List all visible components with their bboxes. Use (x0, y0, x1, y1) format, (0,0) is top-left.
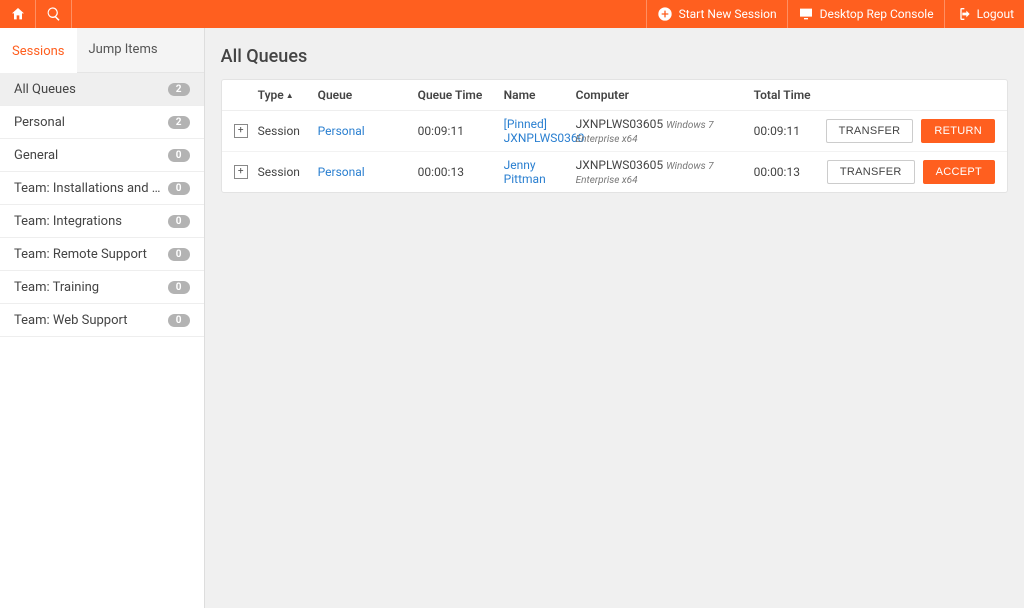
sidebar-item-all-queues[interactable]: All Queues 2 (0, 73, 204, 106)
search-button[interactable] (36, 0, 72, 28)
sidebar-item-team-remote-support[interactable]: Team: Remote Support 0 (0, 238, 204, 271)
accept-button[interactable]: ACCEPT (923, 160, 995, 184)
expand-cell: + (234, 124, 258, 138)
desktop-console-label: Desktop Rep Console (820, 7, 934, 21)
cell-name-line1[interactable]: [Pinned] (504, 117, 576, 131)
sidebar-item-label: Team: Integrations (14, 214, 122, 229)
tab-sessions[interactable]: Sessions (0, 28, 77, 73)
th-type-label: Type (258, 88, 284, 102)
search-icon (46, 6, 62, 22)
sidebar-item-count: 2 (168, 83, 190, 96)
cell-actions: TRANSFER ACCEPT (826, 160, 995, 184)
monitor-icon (798, 6, 814, 22)
topbar-left (0, 0, 72, 28)
cell-total-time: 00:00:13 (754, 165, 826, 179)
sidebar-item-team-web-support[interactable]: Team: Web Support 0 (0, 304, 204, 337)
main: All Queues Type ▲ Queue Queue Time Name … (205, 28, 1024, 608)
plus-icon: + (238, 126, 244, 136)
sidebar-item-count: 2 (168, 116, 190, 129)
sidebar-item-team-integrations[interactable]: Team: Integrations 0 (0, 205, 204, 238)
transfer-button[interactable]: TRANSFER (827, 160, 915, 184)
cell-type: Session (258, 165, 318, 179)
sidebar-item-team-installations[interactable]: Team: Installations and Upg... 0 (0, 172, 204, 205)
sidebar-item-label: Team: Installations and Upg... (14, 181, 164, 196)
expand-row-button[interactable]: + (234, 124, 248, 138)
sidebar-item-count: 0 (168, 215, 190, 228)
sidebar-item-count: 0 (168, 182, 190, 195)
expand-cell: + (234, 165, 258, 179)
page-title: All Queues (221, 46, 1008, 67)
layout: Sessions Jump Items All Queues 2 Persona… (0, 28, 1024, 608)
sidebar-item-label: Team: Training (14, 280, 99, 295)
topbar: Start New Session Desktop Rep Console Lo… (0, 0, 1024, 28)
cell-type: Session (258, 124, 318, 138)
plus-icon: + (238, 167, 244, 177)
cell-computer: JXNPLWS03605 Windows 7 Enterprise x64 (576, 158, 754, 186)
topbar-right: Start New Session Desktop Rep Console Lo… (646, 0, 1024, 28)
sort-ascending-icon: ▲ (286, 91, 294, 100)
logout-icon (955, 6, 971, 22)
sidebar-item-label: Team: Remote Support (14, 247, 147, 262)
sessions-table: Type ▲ Queue Queue Time Name Computer To… (221, 79, 1008, 193)
start-session-label: Start New Session (679, 7, 777, 21)
expand-row-button[interactable]: + (234, 165, 248, 179)
table-row[interactable]: + Session Personal 00:00:13 Jenny Pittma… (222, 152, 1007, 192)
sidebar-item-label: Team: Web Support (14, 313, 128, 328)
sidebar-item-label: General (14, 148, 58, 163)
desktop-console-button[interactable]: Desktop Rep Console (787, 0, 944, 28)
sidebar: Sessions Jump Items All Queues 2 Persona… (0, 28, 205, 608)
cell-total-time: 00:09:11 (754, 124, 826, 138)
cell-name-line1[interactable]: Jenny (504, 158, 576, 172)
cell-queue-time: 00:09:11 (418, 124, 504, 138)
tab-jump-items[interactable]: Jump Items (77, 28, 170, 72)
cell-actions: TRANSFER RETURN (826, 119, 995, 143)
logout-label: Logout (977, 7, 1014, 21)
sidebar-item-count: 0 (168, 149, 190, 162)
home-icon (10, 6, 26, 22)
sidebar-item-label: All Queues (14, 82, 76, 97)
sidebar-item-label: Personal (14, 115, 65, 130)
th-queue-time[interactable]: Queue Time (418, 88, 504, 102)
transfer-button[interactable]: TRANSFER (826, 119, 914, 143)
table-header: Type ▲ Queue Queue Time Name Computer To… (222, 80, 1007, 111)
computer-name: JXNPLWS03605 (576, 117, 663, 131)
queue-list: All Queues 2 Personal 2 General 0 Team: … (0, 73, 204, 608)
table-row[interactable]: + Session Personal 00:09:11 [Pinned] JXN… (222, 111, 1007, 152)
th-total-time[interactable]: Total Time (754, 88, 826, 102)
sidebar-item-personal[interactable]: Personal 2 (0, 106, 204, 139)
logout-button[interactable]: Logout (944, 0, 1024, 28)
th-queue[interactable]: Queue (318, 88, 418, 102)
cell-name: [Pinned] JXNPLWS0360 (504, 117, 576, 145)
cell-name-line2[interactable]: JXNPLWS0360 (504, 131, 576, 145)
th-name[interactable]: Name (504, 88, 576, 102)
start-session-button[interactable]: Start New Session (646, 0, 787, 28)
cell-queue[interactable]: Personal (318, 124, 418, 138)
th-computer[interactable]: Computer (576, 88, 754, 102)
sidebar-item-count: 0 (168, 281, 190, 294)
cell-queue-time: 00:00:13 (418, 165, 504, 179)
sidebar-tabs: Sessions Jump Items (0, 28, 204, 73)
cell-computer: JXNPLWS03605 Windows 7 Enterprise x64 (576, 117, 754, 145)
sidebar-item-count: 0 (168, 248, 190, 261)
cell-name: Jenny Pittman (504, 158, 576, 186)
sidebar-item-general[interactable]: General 0 (0, 139, 204, 172)
th-type[interactable]: Type ▲ (258, 88, 318, 102)
sidebar-item-count: 0 (168, 314, 190, 327)
sidebar-item-team-training[interactable]: Team: Training 0 (0, 271, 204, 304)
home-button[interactable] (0, 0, 36, 28)
computer-name: JXNPLWS03605 (576, 158, 663, 172)
cell-name-line2[interactable]: Pittman (504, 172, 576, 186)
return-button[interactable]: RETURN (921, 119, 995, 143)
cell-queue[interactable]: Personal (318, 165, 418, 179)
plus-circle-icon (657, 6, 673, 22)
